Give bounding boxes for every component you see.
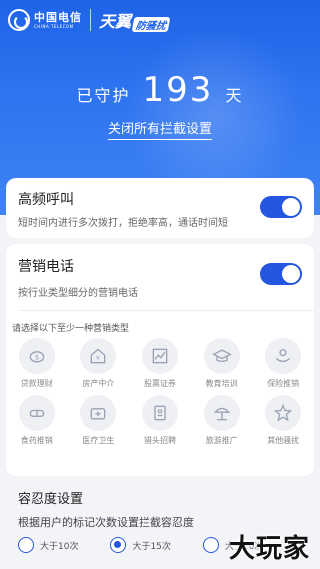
star-icon [265, 395, 302, 431]
category-label: 其他骚扰 [267, 436, 300, 445]
radio-icon [18, 537, 34, 553]
guard-days: 已守护 193 天 [0, 70, 320, 110]
marketing-title: 营销电话 [18, 259, 74, 275]
category-label: 保险推销 [267, 379, 300, 388]
resume-icon [141, 395, 178, 431]
stock-chart-icon [141, 338, 178, 374]
category-insurance[interactable]: 保险推销 [252, 338, 314, 389]
house-icon: ¥ [80, 338, 117, 374]
high-frequency-desc: 短时间内进行多次拨打，拒绝率高，通话时间短 [18, 218, 228, 229]
tolerance-title: 容忍度设置 [18, 492, 84, 507]
category-label: 医疗卫生 [82, 436, 115, 445]
logo-divider [90, 9, 91, 31]
app-title-sub: 防骚扰 [131, 17, 171, 32]
category-label: 贷款理财 [20, 379, 53, 388]
category-label: 猎头招聘 [143, 436, 176, 445]
app-title-main: 天翼 [99, 12, 132, 31]
medical-kit-icon [80, 395, 117, 431]
guard-suffix: 天 [225, 86, 244, 105]
radio-icon [202, 537, 219, 553]
high-frequency-card: 高频呼叫 短时间内进行多次拨打，拒绝率高，通话时间短 [6, 178, 314, 238]
category-food-drug[interactable]: 食药推销 [6, 395, 68, 446]
radio-selected-icon [110, 537, 127, 553]
category-travel[interactable]: 旅游推广 [191, 395, 253, 446]
svg-text:$: $ [35, 353, 39, 361]
category-label: 教育培训 [205, 379, 238, 388]
category-label: 旅游推广 [205, 436, 238, 445]
category-realestate[interactable]: ¥ 房产中介 [68, 338, 130, 389]
insurance-icon [265, 338, 302, 374]
tolerance-option-10[interactable]: 大于10次 [18, 537, 78, 553]
category-recruiting[interactable]: 猎头招聘 [129, 395, 191, 446]
category-medical[interactable]: 医疗卫生 [68, 395, 130, 446]
divider [18, 310, 314, 311]
category-stocks[interactable]: 股票证券 [129, 338, 191, 389]
china-telecom-logo-icon [8, 9, 30, 31]
category-label: 股票证券 [143, 379, 176, 388]
app-title: 天翼 防骚扰 [99, 8, 171, 32]
category-other[interactable]: 其他骚扰 [252, 395, 314, 446]
marketing-desc: 按行业类型细分的营销电话 [18, 288, 138, 299]
graduation-cap-icon [203, 338, 240, 374]
watermark: 大玩家 [228, 534, 310, 564]
svg-text:¥: ¥ [97, 356, 101, 362]
guard-prefix: 已守护 [76, 86, 131, 105]
marketing-toggle[interactable] [260, 263, 302, 285]
pill-icon [18, 395, 55, 431]
high-frequency-toggle[interactable] [260, 196, 302, 218]
tolerance-desc: 根据用户的标记次数设置拦截容忍度 [18, 516, 194, 529]
logo-en-text: CHINA TELECOM [34, 23, 74, 29]
guard-days-count: 193 [142, 70, 214, 110]
tolerance-option-15[interactable]: 大于15次 [110, 537, 171, 553]
beach-umbrella-icon [203, 395, 240, 431]
category-hint: 请选择以下至少一种营销类型 [12, 324, 130, 334]
shield-glow [120, 30, 310, 200]
radio-label: 大于15次 [132, 541, 171, 552]
category-label: 房产中介 [82, 379, 115, 388]
category-loan[interactable]: $ 贷款理财 [6, 338, 68, 389]
category-grid: $ 贷款理财 ¥ 房产中介 股票证券 教育培训 保险推销 食药推销 医疗卫生 猎… [6, 338, 314, 446]
logo-cn-text: 中国电信 [34, 10, 82, 24]
piggy-bank-icon: $ [18, 338, 55, 374]
category-education[interactable]: 教育培训 [191, 338, 253, 389]
high-frequency-title: 高频呼叫 [18, 192, 74, 208]
radio-label: 大于10次 [40, 541, 79, 552]
brand-logo: 中国电信 CHINA TELECOM 天翼 防骚扰 [8, 8, 171, 32]
close-all-link[interactable]: 关闭所有拦截设置 [107, 122, 212, 140]
category-label: 食药推销 [20, 436, 53, 445]
